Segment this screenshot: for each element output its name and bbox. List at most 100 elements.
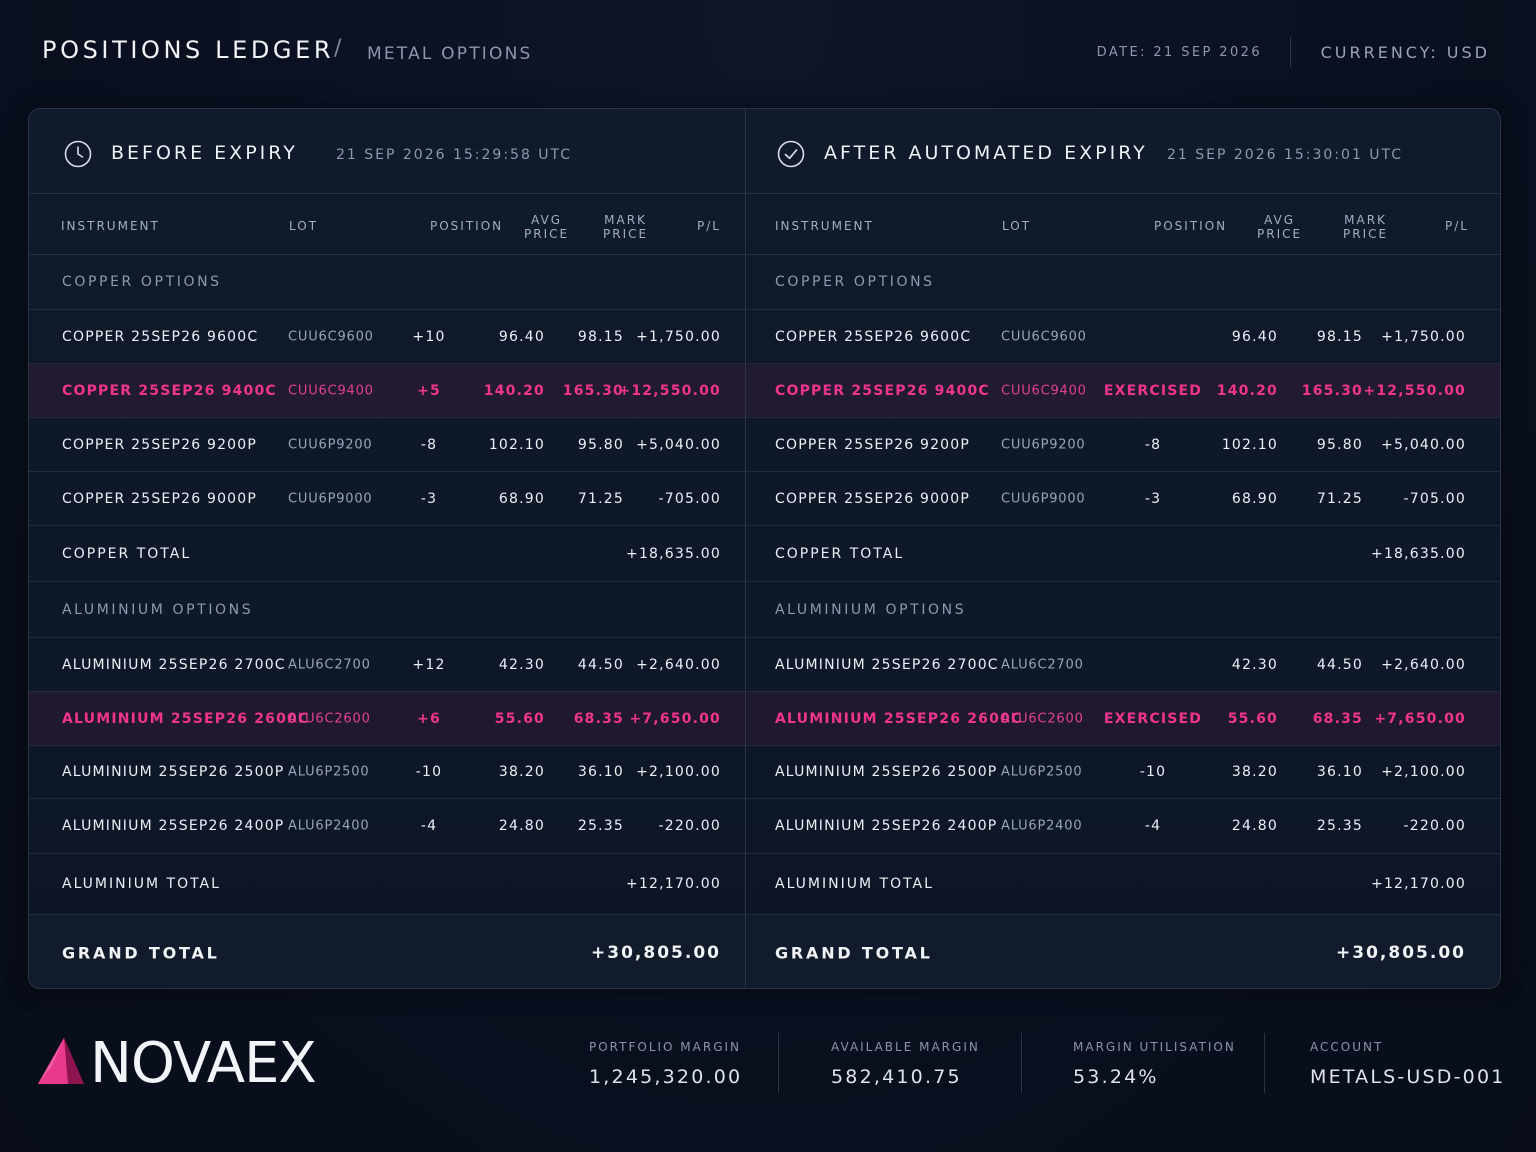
- position-cell: -10: [415, 764, 443, 780]
- lot-cell: ALU6C2700: [288, 657, 371, 672]
- instrument-cell: COPPER 25SEP26 9200P: [62, 436, 258, 453]
- pl-cell: +12,550.00: [618, 382, 721, 399]
- mark-price-cell: 71.25: [1316, 490, 1363, 507]
- column-header-position[interactable]: POSITION: [430, 219, 503, 233]
- table-row[interactable]: ALUMINIUM 25SEP26 2500P ALU6P2500 -10 38.20…: [29, 746, 745, 799]
- lot-cell: CUU6C9600: [288, 329, 374, 344]
- position-cell: EXERCISED: [1103, 710, 1203, 727]
- before-expiry-header: BEFORE EXPIRY 21 SEP 2026 15:29:58 UTC: [29, 109, 745, 194]
- lot-cell: CUU6P9000: [288, 491, 373, 506]
- table-row[interactable]: ALUMINIUM 25SEP26 2600C ALU6C2600 EXERCISE…: [746, 692, 1500, 746]
- lot-cell: ALU6P2500: [288, 764, 370, 780]
- before-expiry-timestamp: 21 SEP 2026 15:29:58 UTC: [336, 147, 573, 163]
- column-header-lot[interactable]: LOT: [1002, 219, 1031, 233]
- pl-cell: +1,750.00: [636, 328, 721, 345]
- group-header-row: COPPER OPTIONS: [29, 255, 745, 310]
- table-row[interactable]: COPPER 25SEP26 9400C CUU6C9400 +5 140.20 165…: [29, 364, 745, 418]
- column-header-avg-line2: PRICE: [1257, 227, 1303, 241]
- stat-divider: [1021, 1033, 1022, 1093]
- page-subtitle: METAL OPTIONS: [367, 44, 533, 64]
- column-header-lot[interactable]: LOT: [289, 219, 318, 233]
- column-header-instrument[interactable]: INSTRUMENT: [775, 219, 874, 233]
- group-label: COPPER OPTIONS: [62, 274, 222, 290]
- page-title: POSITIONS LEDGER: [42, 36, 335, 64]
- position-cell: -3: [1144, 490, 1162, 507]
- instrument-cell: ALUMINIUM 25SEP26 2700C: [62, 656, 286, 673]
- mark-price-cell: 68.35: [1312, 710, 1363, 727]
- column-header-mark[interactable]: MARK PRICE: [603, 213, 648, 241]
- instrument-cell: ALUMINIUM 25SEP26 2600C: [62, 710, 310, 727]
- column-header-avg[interactable]: AVG PRICE: [524, 213, 569, 241]
- subtotal-value: +12,170.00: [1371, 876, 1466, 892]
- avg-price-cell: 96.40: [498, 328, 545, 345]
- column-header-instrument[interactable]: INSTRUMENT: [61, 219, 160, 233]
- subtotal-row: ALUMINIUM TOTAL +12,170.00: [746, 854, 1500, 915]
- mark-price-cell: 36.10: [577, 764, 624, 780]
- avg-price-cell: 140.20: [1216, 382, 1278, 399]
- avg-price-cell: 42.30: [1231, 656, 1278, 673]
- column-header-avg[interactable]: AVG PRICE: [1257, 213, 1302, 241]
- instrument-cell: ALUMINIUM 25SEP26 2400P: [62, 818, 285, 834]
- lot-cell: ALU6P2400: [288, 818, 370, 834]
- pl-cell: +7,650.00: [629, 710, 721, 727]
- subtotal-label: COPPER TOTAL: [775, 545, 905, 562]
- column-header-avg-line1: AVG: [1264, 213, 1296, 227]
- table-row[interactable]: COPPER 25SEP26 9400C CUU6C9400 EXERCISED 14…: [746, 364, 1500, 418]
- after-expiry-table: AFTER AUTOMATED EXPIRY 21 SEP 2026 15:30…: [745, 109, 1500, 988]
- subtotal-row: ALUMINIUM TOTAL +12,170.00: [29, 854, 745, 915]
- before-column-header: INSTRUMENT LOT POSITION AVG PRICE MARK PRICE P/…: [29, 195, 745, 255]
- lot-cell: CUU6C9400: [1001, 383, 1087, 398]
- mark-price-cell: 25.35: [1316, 818, 1363, 834]
- stat-value: 582,410.75: [831, 1066, 962, 1088]
- avg-price-cell: 68.90: [1231, 490, 1278, 507]
- table-row[interactable]: COPPER 25SEP26 9600C CUU6C9600 96.40 98.15 +…: [746, 310, 1500, 364]
- group-label: ALUMINIUM OPTIONS: [775, 601, 967, 618]
- column-header-mark-line1: MARK: [1344, 213, 1387, 227]
- stat-value: 1,245,320.00: [589, 1066, 743, 1088]
- position-cell: -8: [420, 436, 438, 453]
- position-cell: +12: [412, 656, 446, 673]
- instrument-cell: ALUMINIUM 25SEP26 2700C: [775, 656, 999, 673]
- header-date: DATE: 21 SEP 2026: [1096, 45, 1262, 60]
- pl-cell: -220.00: [658, 818, 721, 834]
- after-column-header: INSTRUMENT LOT POSITION AVG PRICE MARK PRICE P/…: [746, 195, 1500, 255]
- column-header-avg-line1: AVG: [531, 213, 563, 227]
- novaex-logo: NOVAEX: [38, 1034, 338, 1094]
- grand-total-row: GRAND TOTAL +30,805.00: [29, 915, 745, 988]
- column-header-mark-line2: PRICE: [603, 227, 649, 241]
- avg-price-cell: 42.30: [498, 656, 545, 673]
- pl-cell: -705.00: [658, 490, 721, 507]
- lot-cell: CUU6P9000: [1001, 491, 1086, 506]
- after-expiry-header: AFTER AUTOMATED EXPIRY 21 SEP 2026 15:30…: [746, 109, 1500, 194]
- position-cell: -10: [1139, 764, 1167, 780]
- table-row[interactable]: ALUMINIUM 25SEP26 2600C ALU6C2600 +6 55.60 6…: [29, 692, 745, 746]
- instrument-cell: ALUMINIUM 25SEP26 2500P: [775, 764, 998, 780]
- column-header-position[interactable]: POSITION: [1154, 219, 1227, 233]
- mark-price-cell: 44.50: [577, 656, 624, 673]
- avg-price-cell: 38.20: [1231, 764, 1278, 780]
- mark-price-cell: 165.30: [562, 382, 624, 399]
- column-header-pl[interactable]: P/L: [697, 219, 721, 233]
- subtotal-value: +18,635.00: [626, 545, 721, 562]
- column-header-mark[interactable]: MARK PRICE: [1343, 213, 1388, 241]
- grand-total-label: GRAND TOTAL: [62, 943, 220, 962]
- stat-label: PORTFOLIO MARGIN: [589, 1040, 742, 1054]
- position-cell: -8: [1144, 436, 1162, 453]
- table-row[interactable]: COPPER 25SEP26 9000P CUU6P9000 -3 68.90 71.2…: [29, 472, 745, 526]
- subtotal-label: COPPER TOTAL: [62, 545, 192, 562]
- table-row[interactable]: ALUMINIUM 25SEP26 2700C ALU6C2700 42.30 44.…: [746, 638, 1500, 692]
- instrument-cell: ALUMINIUM 25SEP26 2500P: [62, 764, 285, 780]
- table-row[interactable]: ALUMINIUM 25SEP26 2400P ALU6P2400 -4 24.80 2…: [29, 799, 745, 854]
- avg-price-cell: 102.10: [1221, 436, 1278, 453]
- instrument-cell: ALUMINIUM 25SEP26 2600C: [775, 710, 1023, 727]
- table-row[interactable]: COPPER 25SEP26 9200P CUU6P9200 -8 102.10 95.…: [746, 418, 1500, 472]
- table-row[interactable]: ALUMINIUM 25SEP26 2500P ALU6P2500 -10 38.20…: [746, 746, 1500, 799]
- table-row[interactable]: ALUMINIUM 25SEP26 2700C ALU6C2700 +12 42.30…: [29, 638, 745, 692]
- table-row[interactable]: COPPER 25SEP26 9000P CUU6P9000 -3 68.90 71.2…: [746, 472, 1500, 526]
- table-row[interactable]: COPPER 25SEP26 9200P CUU6P9200 -8 102.10 95.…: [29, 418, 745, 472]
- table-row[interactable]: ALUMINIUM 25SEP26 2400P ALU6P2400 -4 24.80 2…: [746, 799, 1500, 854]
- column-header-pl[interactable]: P/L: [1445, 219, 1469, 233]
- table-row[interactable]: COPPER 25SEP26 9600C CUU6C9600 +10 96.40 98.…: [29, 310, 745, 364]
- mark-price-cell: 71.25: [577, 490, 624, 507]
- mark-price-cell: 98.15: [1316, 328, 1363, 345]
